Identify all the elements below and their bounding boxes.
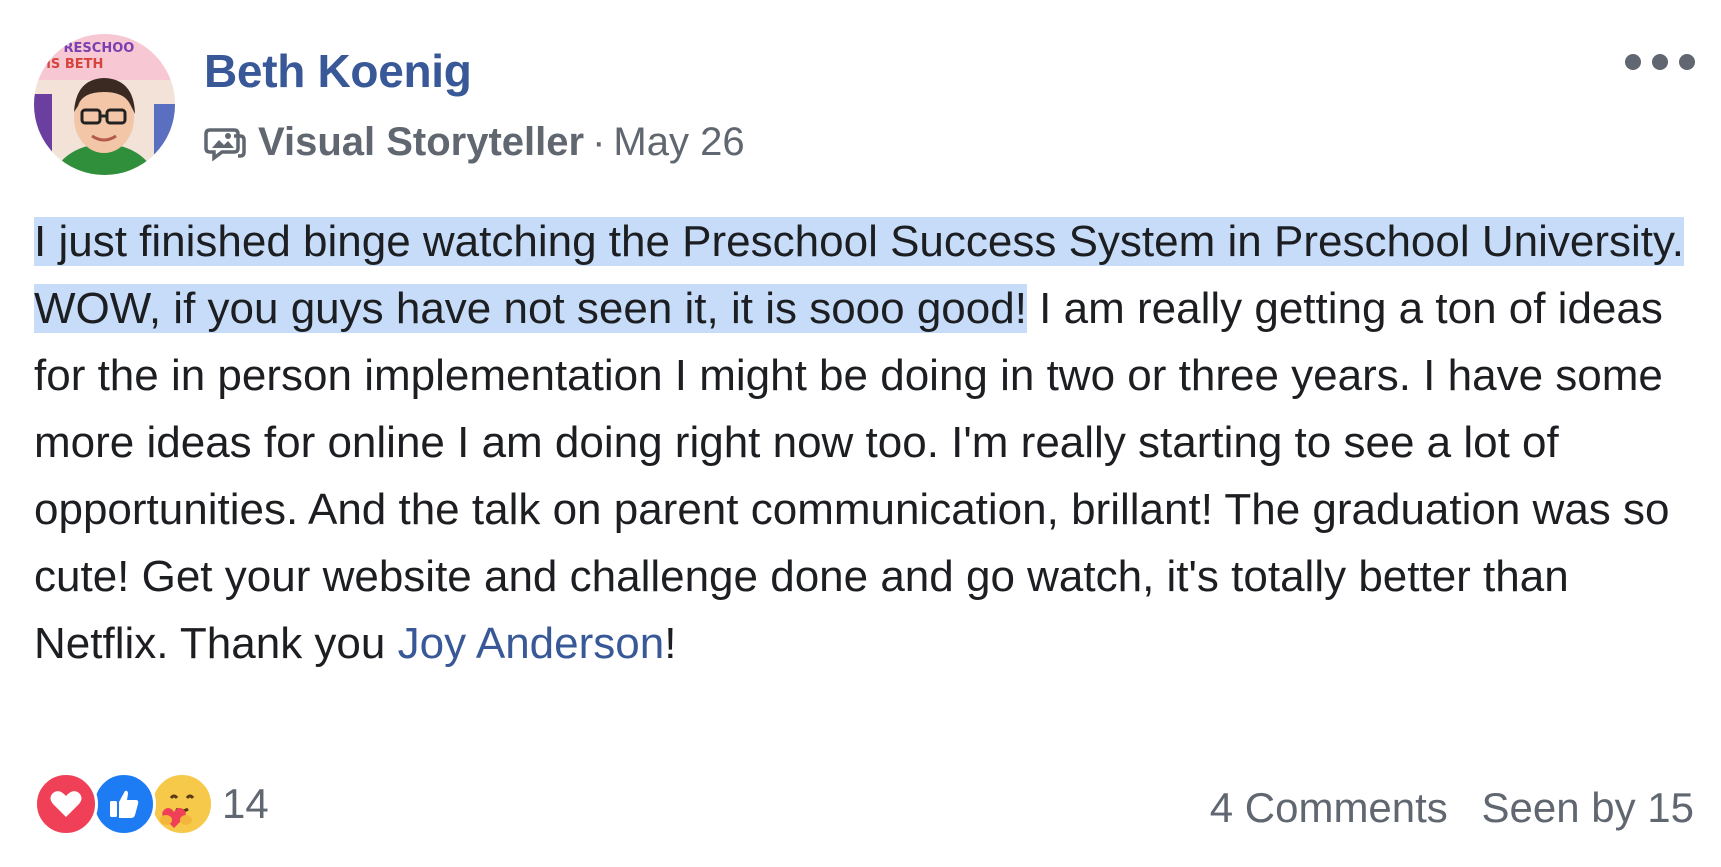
comments-link[interactable]: 4 Comments bbox=[1210, 784, 1448, 831]
mention-link[interactable]: Joy Anderson bbox=[398, 619, 665, 668]
seen-by-link[interactable]: Seen by 15 bbox=[1481, 784, 1694, 831]
post-stats: 4 Comments Seen by 15 bbox=[1210, 784, 1694, 832]
dot bbox=[1625, 54, 1641, 70]
member-badge-label[interactable]: Visual Storyteller bbox=[258, 120, 584, 165]
post-text: I am really getting a ton of ideas for t… bbox=[34, 284, 1670, 668]
avatar-sign-text: PRESCHOO bbox=[54, 41, 134, 56]
like-reaction-icon bbox=[92, 772, 156, 836]
group-post: PRESCHOO MS BETH Beth Koenig Visual Stor… bbox=[0, 0, 1721, 867]
post-body: I just finished binge watching the Presc… bbox=[34, 208, 1704, 677]
dot bbox=[1652, 54, 1668, 70]
love-reaction-icon bbox=[34, 772, 98, 836]
dot bbox=[1679, 54, 1695, 70]
author-name-link[interactable]: Beth Koenig bbox=[204, 44, 472, 98]
reactions-summary[interactable]: 14 bbox=[34, 772, 269, 836]
author-avatar[interactable]: PRESCHOO MS BETH bbox=[34, 34, 175, 175]
post-text-ending: ! bbox=[664, 619, 677, 668]
meta-separator: · bbox=[592, 120, 606, 164]
post-date-link[interactable]: May 26 bbox=[613, 120, 744, 165]
avatar-photo: PRESCHOO MS BETH bbox=[34, 34, 175, 175]
more-options-icon[interactable] bbox=[1625, 50, 1695, 74]
post-meta: Visual Storyteller · May 26 bbox=[204, 120, 745, 165]
post-footer: 14 4 Comments Seen by 15 bbox=[34, 772, 1694, 842]
reaction-count: 14 bbox=[222, 780, 269, 827]
visual-storyteller-badge-icon bbox=[204, 122, 246, 164]
svg-text:MS BETH: MS BETH bbox=[38, 57, 103, 72]
care-reaction-icon bbox=[150, 772, 214, 836]
